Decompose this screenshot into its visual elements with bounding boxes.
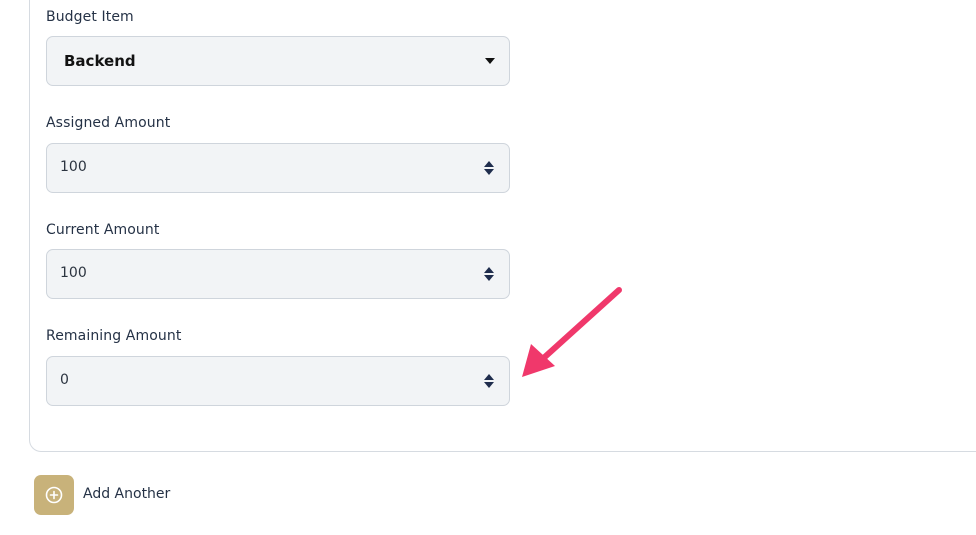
- remaining-amount-label: Remaining Amount: [46, 328, 182, 344]
- assigned-amount-input[interactable]: 100: [46, 143, 510, 193]
- chevron-down-icon: [485, 58, 495, 64]
- plus-circle-icon: [45, 486, 63, 504]
- add-another-button[interactable]: [34, 475, 74, 515]
- current-amount-value: 100: [60, 265, 87, 281]
- number-stepper-icon[interactable]: [484, 266, 494, 282]
- assigned-amount-value: 100: [60, 159, 87, 175]
- number-stepper-icon[interactable]: [484, 373, 494, 389]
- add-another-label[interactable]: Add Another: [83, 486, 170, 502]
- current-amount-label: Current Amount: [46, 222, 160, 238]
- remaining-amount-value: 0: [60, 372, 69, 388]
- number-stepper-icon[interactable]: [484, 160, 494, 176]
- budget-item-label: Budget Item: [46, 9, 134, 25]
- current-amount-input[interactable]: 100: [46, 249, 510, 299]
- remaining-amount-input[interactable]: 0: [46, 356, 510, 406]
- pointer-arrow-icon: [522, 287, 622, 377]
- budget-item-select[interactable]: Backend: [46, 36, 510, 86]
- assigned-amount-label: Assigned Amount: [46, 115, 171, 131]
- budget-item-selected-value: Backend: [64, 52, 136, 70]
